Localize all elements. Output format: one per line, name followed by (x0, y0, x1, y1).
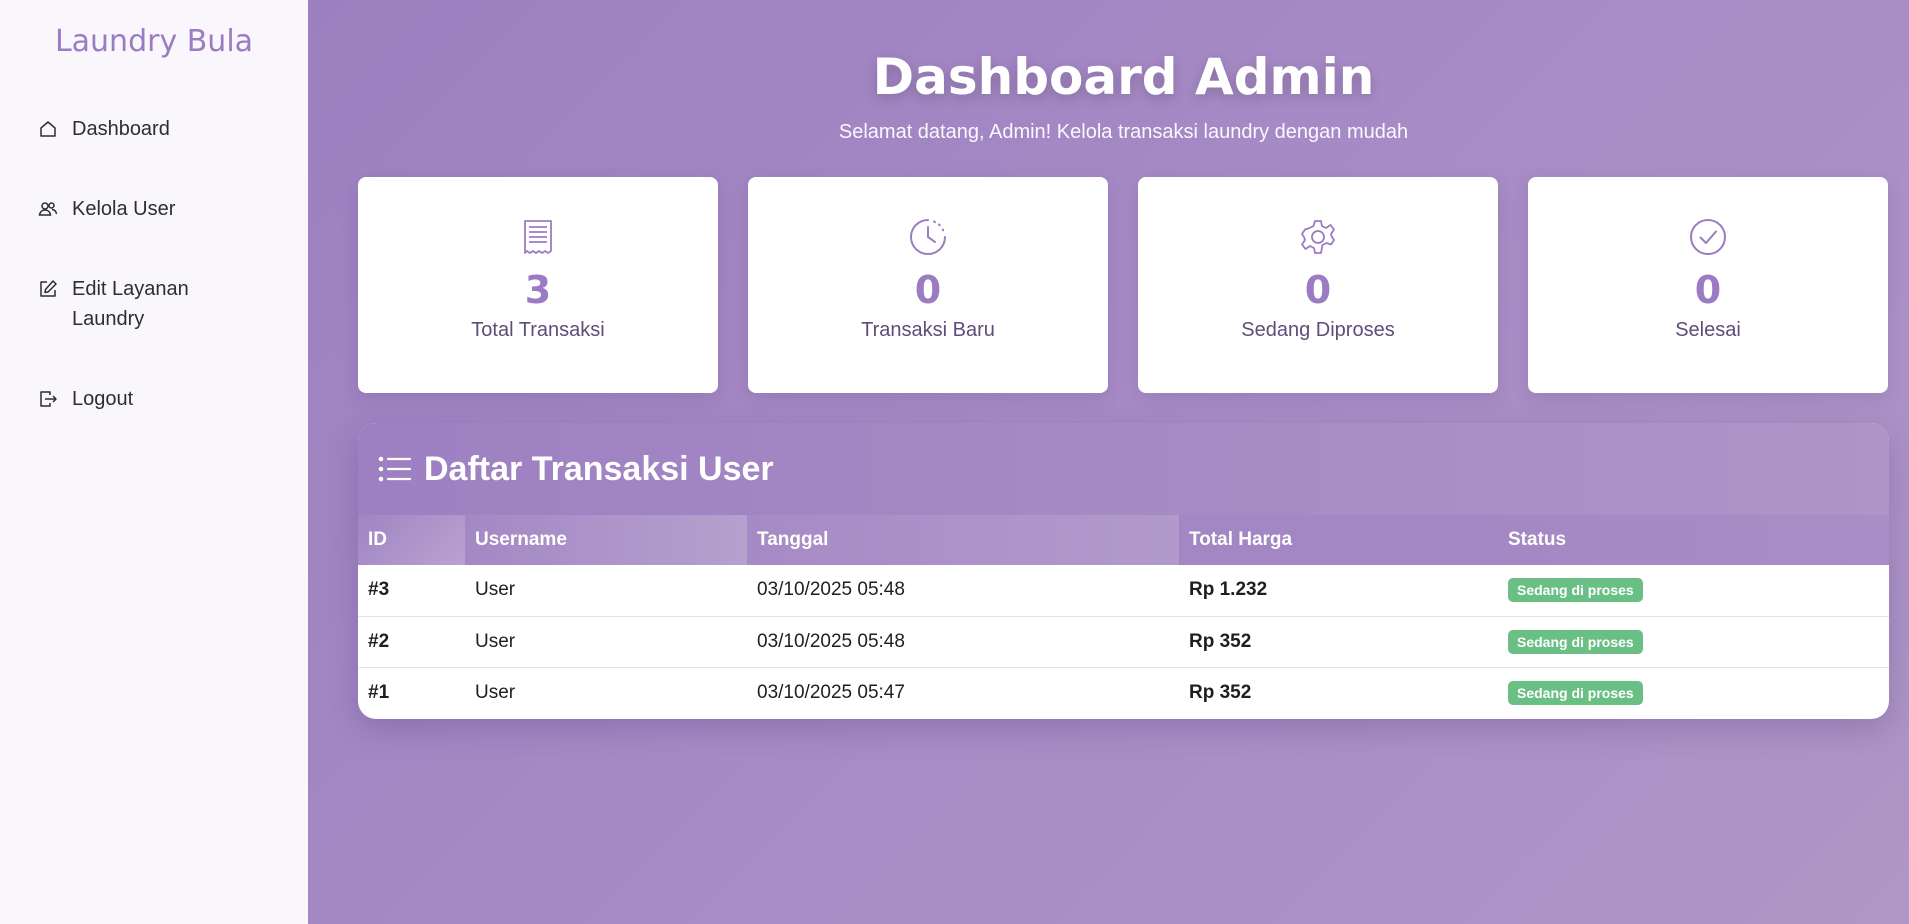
transactions-panel: Daftar Transaksi User ID Username Tangga… (358, 423, 1889, 719)
edit-icon (40, 280, 57, 297)
stat-value: 0 (914, 268, 942, 312)
stat-card-transaksi-baru: 0 Transaksi Baru (748, 177, 1108, 393)
cell-tanggal: 03/10/2025 05:48 (747, 565, 1179, 617)
sidebar-item-label: Edit Layanan Laundry (72, 278, 189, 330)
stat-label: Total Transaksi (471, 319, 605, 341)
table-row[interactable]: #2 User 03/10/2025 05:48 Rp 352 Sedang d… (358, 616, 1889, 668)
cell-total-harga: Rp 1.232 (1179, 565, 1498, 617)
sidebar-item-label: Logout (72, 388, 134, 410)
table-row[interactable]: #1 User 03/10/2025 05:47 Rp 352 Sedang d… (358, 667, 1889, 718)
stat-label: Transaksi Baru (861, 319, 995, 341)
brand-logo[interactable]: Laundry Bula (0, 24, 308, 64)
stat-value: 3 (524, 268, 552, 312)
sidebar-item-kelola-user[interactable]: Kelola User (0, 194, 308, 224)
cell-id: #1 (368, 681, 390, 703)
check-circle-icon (1690, 219, 1726, 255)
column-header-total-harga[interactable]: Total Harga (1179, 515, 1498, 565)
home-icon (40, 121, 56, 137)
column-header-id[interactable]: ID (358, 515, 465, 565)
table-header-row: ID Username Tanggal Total Harga Status (358, 515, 1889, 565)
sidebar-item-label: Kelola User (72, 198, 176, 220)
cell-id: #2 (358, 616, 465, 668)
cell-total-harga: Rp 352 (1179, 616, 1498, 668)
status-badge: Sedang di proses (1508, 680, 1643, 705)
main-content: Dashboard Admin Selamat datang, Admin! K… (308, 0, 1909, 924)
transactions-header: Daftar Transaksi User (358, 423, 1889, 515)
receipt-icon (524, 220, 552, 254)
page-subtitle: Selamat datang, Admin! Kelola transaksi … (838, 121, 1409, 143)
sidebar: Laundry Bula Dashboard Kelola User Edit … (0, 0, 308, 924)
cell-username: User (465, 565, 747, 617)
transactions-title: Daftar Transaksi User (424, 449, 774, 488)
stat-card-selesai: 0 Selesai (1528, 177, 1888, 393)
column-header-tanggal[interactable]: Tanggal (747, 515, 1179, 565)
sidebar-item-logout[interactable]: Logout (0, 384, 308, 414)
status-badge: Sedang di proses (1508, 629, 1643, 654)
cell-tanggal: 03/10/2025 05:48 (747, 616, 1179, 668)
stat-value: 0 (1694, 268, 1722, 312)
users-icon (38, 202, 58, 216)
cell-username: User (465, 616, 747, 668)
stat-label: Sedang Diproses (1241, 319, 1395, 341)
gear-icon (1301, 220, 1335, 254)
cell-tanggal: 03/10/2025 05:47 (757, 681, 905, 703)
stat-card-total-transaksi: 3 Total Transaksi (358, 177, 718, 393)
cell-status: Sedang di proses (1498, 667, 1889, 718)
logout-icon (40, 391, 57, 407)
transactions-table: ID Username Tanggal Total Harga Status #… (358, 515, 1889, 718)
list-icon (378, 456, 412, 482)
cell-username: User (475, 681, 516, 703)
table-row[interactable]: #3 User 03/10/2025 05:48 Rp 1.232 Sedang… (358, 565, 1889, 617)
sidebar-item-label: Dashboard (72, 118, 170, 140)
stat-card-sedang-diproses: 0 Sedang Diproses (1138, 177, 1498, 393)
sidebar-item-edit-layanan[interactable]: Edit Layanan Laundry (0, 274, 308, 334)
stat-value: 0 (1304, 268, 1332, 312)
column-header-status[interactable]: Status (1498, 515, 1889, 565)
cell-id: #3 (358, 565, 465, 617)
sidebar-item-dashboard[interactable]: Dashboard (0, 114, 308, 144)
clock-icon (910, 219, 946, 255)
sidebar-nav: Dashboard Kelola User Edit Layanan Laund… (0, 114, 308, 414)
cell-status: Sedang di proses (1498, 565, 1889, 617)
page-title: Dashboard Admin (872, 48, 1375, 106)
cell-total-harga: Rp 352 (1189, 681, 1252, 703)
cell-status: Sedang di proses (1498, 616, 1889, 668)
status-badge: Sedang di proses (1508, 578, 1643, 603)
column-header-username[interactable]: Username (465, 515, 747, 565)
stat-label: Selesai (1675, 319, 1741, 341)
